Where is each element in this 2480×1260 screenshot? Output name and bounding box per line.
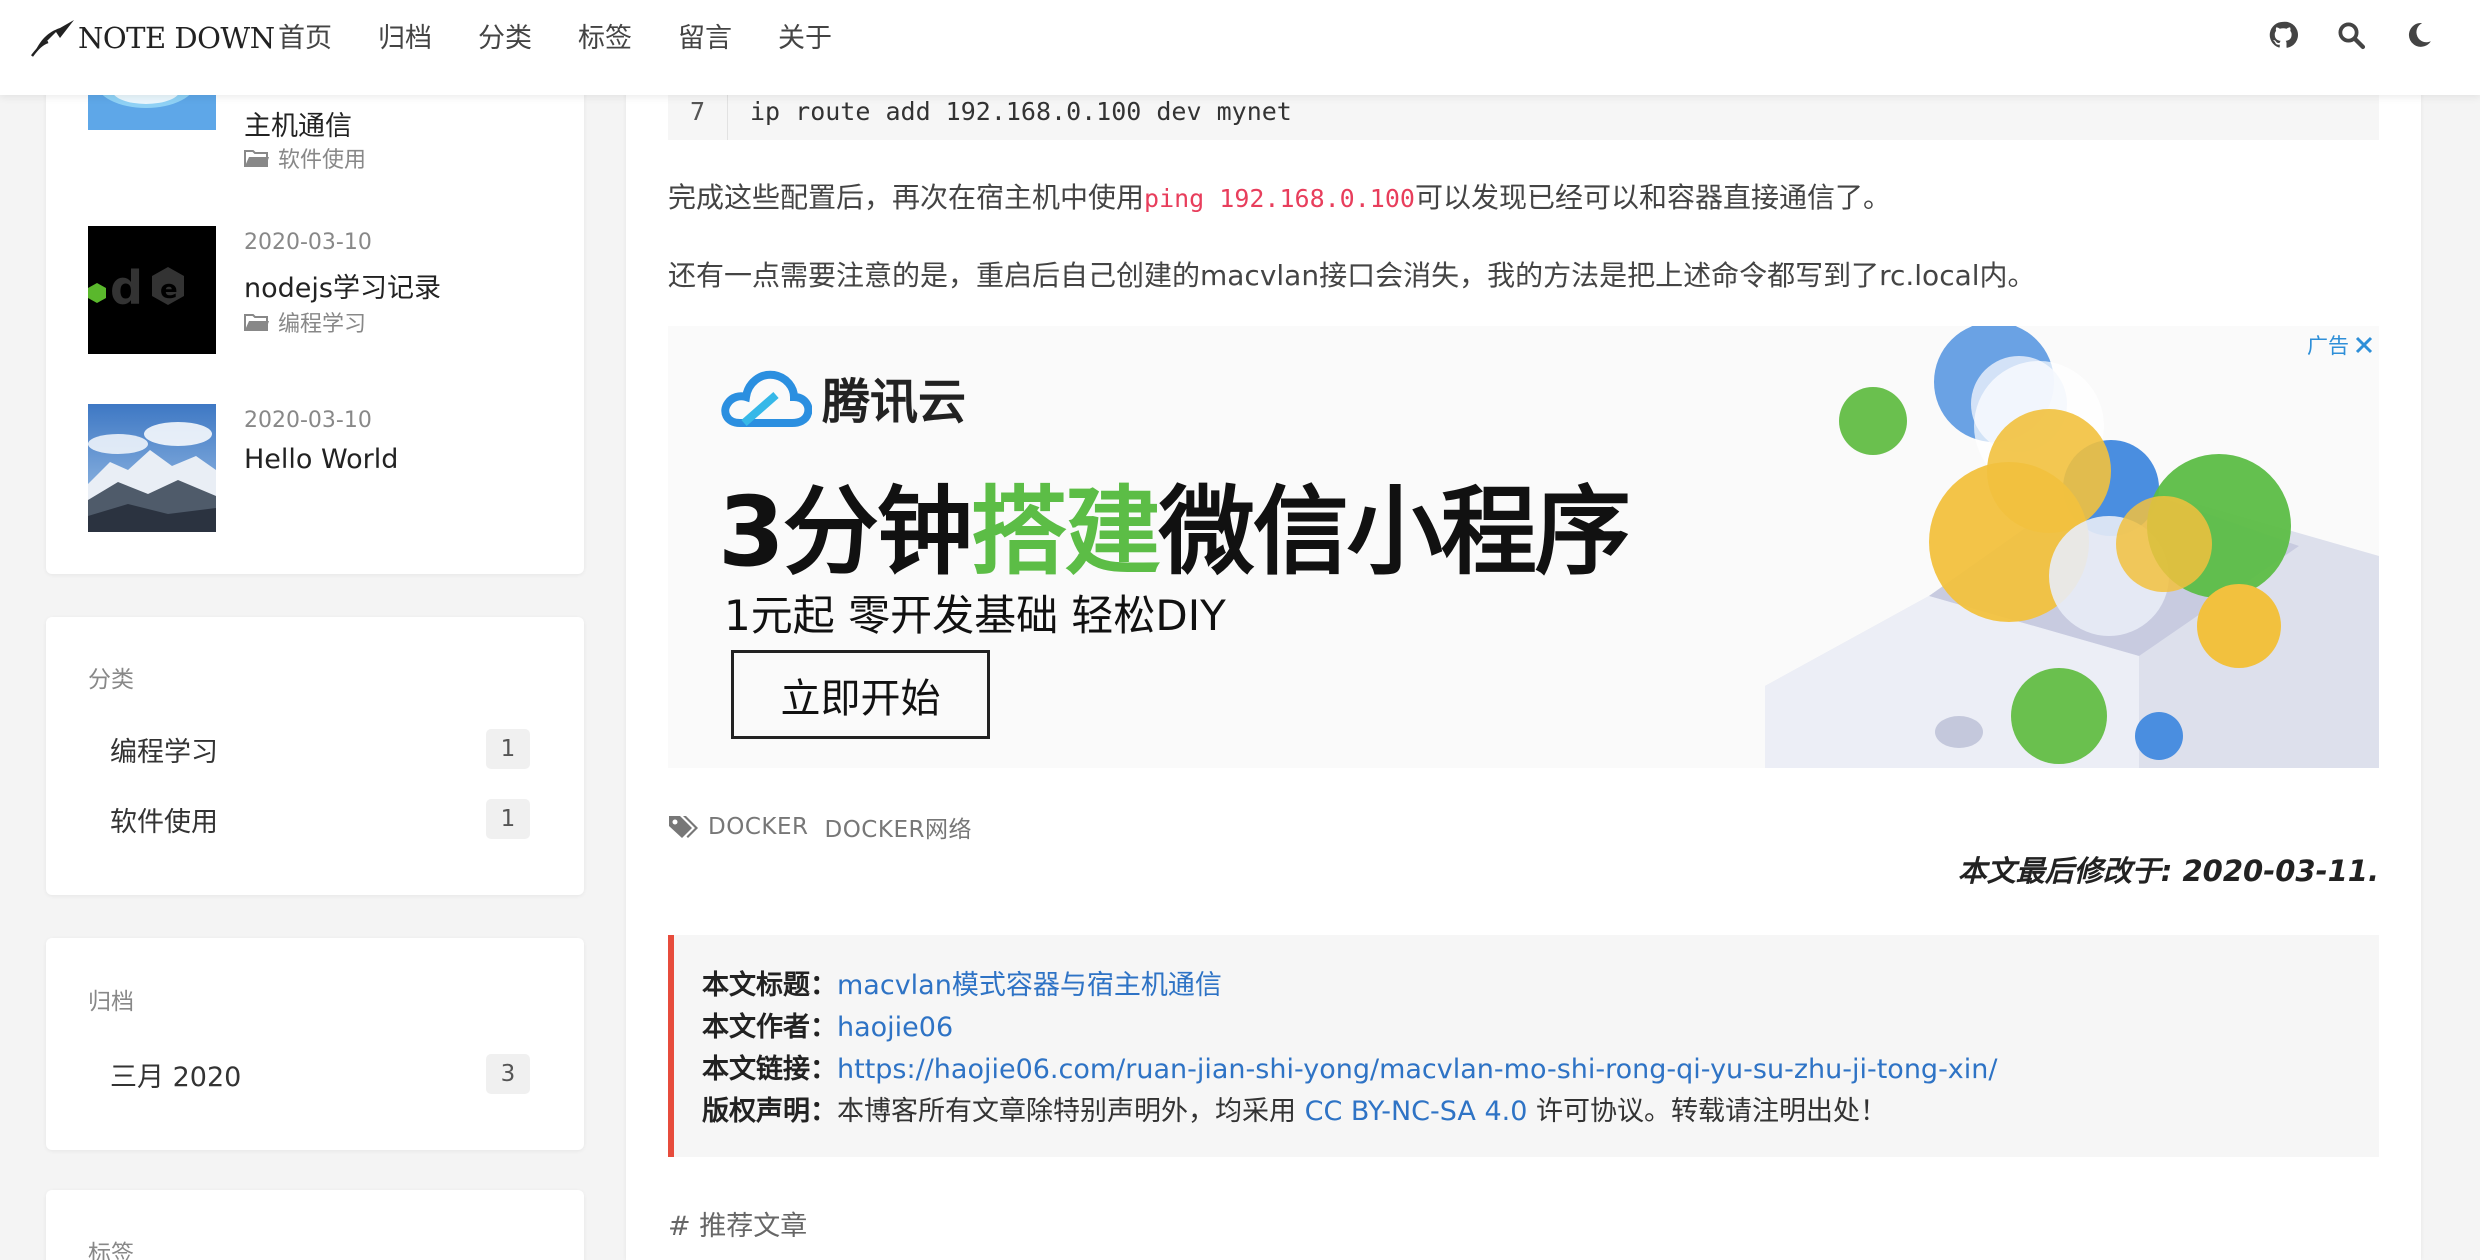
header-actions [2232, 18, 2436, 52]
archives-card: 归档 三月 2020 3 [46, 938, 584, 1150]
post-title[interactable]: Hello World [244, 444, 398, 475]
copyright-title-row: 本文标题：macvlan模式容器与宿主机通信 [702, 965, 2379, 1007]
folder-icon [244, 314, 269, 331]
paragraph: 还有一点需要注意的是，重启后自己创建的macvlan接口会消失，我的方法是把上述… [668, 259, 2036, 292]
recommend-heading: # 推荐文章 [668, 1211, 808, 1242]
copyright-label: 本文链接： [702, 1054, 837, 1085]
ad-headline: 3分钟搭建微信小程序 [718, 454, 1631, 593]
close-icon [2355, 336, 2373, 354]
archive-count: 3 [486, 1054, 530, 1094]
tag-link[interactable]: DOCKER [708, 814, 808, 840]
top-navbar: NOTE DOWN 首页 归档 分类 标签 留言 关于 [0, 0, 2480, 95]
ad-brand-name: 腾讯云 [822, 374, 967, 430]
category-label: 编程学习 [110, 736, 218, 768]
logo-plane-icon [31, 20, 74, 57]
category-label: 软件使用 [110, 806, 218, 838]
recent-posts-card: 主机通信 软件使用 d e 2020-03-10 nodejs学习记录 编程学习 [46, 0, 584, 574]
ad-label: 广告 [2307, 334, 2349, 358]
category-count: 1 [486, 799, 530, 839]
archives-title: 归档 [88, 989, 134, 1015]
license-link[interactable]: CC BY-NC-SA 4.0 [1305, 1096, 1528, 1127]
categories-title: 分类 [88, 667, 134, 693]
svg-text:e: e [160, 275, 178, 305]
post-date: 2020-03-10 [244, 408, 372, 433]
tencent-cloud-logo [721, 370, 812, 427]
tags-card: 标签 [46, 1190, 584, 1260]
ad-banner[interactable]: 广告 腾讯云 3分钟搭建微信小程序 1元起 零开发基础 轻松DIY 立即开始 [668, 326, 2379, 768]
copyright-label: 本文标题： [702, 970, 837, 1001]
license-text: 许可协议。转载请注明出处！ [1527, 1096, 1887, 1127]
search-icon[interactable] [2334, 18, 2368, 52]
inline-code: ping 192.168.0.100 [1144, 184, 1415, 213]
article-content: 7 ip route add 192.168.0.100 dev mynet 完… [626, 0, 2421, 1260]
author-link[interactable]: haojie06 [837, 1012, 953, 1043]
tags-icon [669, 816, 698, 838]
post-title[interactable]: 主机通信 [244, 104, 352, 143]
nav-about[interactable]: 关于 [778, 22, 832, 56]
post-tags: DOCKER DOCKER网络 [668, 810, 988, 844]
post-title[interactable]: nodejs学习记录 [244, 266, 441, 305]
category-item[interactable]: 编程学习 1 [110, 727, 530, 771]
copyright-box: 本文标题：macvlan模式容器与宿主机通信 本文作者：haojie06 本文链… [668, 935, 2379, 1157]
article-url-link[interactable]: https://haojie06.com/ruan-jian-shi-yong/… [837, 1054, 1998, 1085]
nav-archives[interactable]: 归档 [378, 22, 432, 56]
category-count: 1 [486, 729, 530, 769]
copyright-label: 本文作者： [702, 1012, 837, 1043]
article-title-link[interactable]: macvlan模式容器与宿主机通信 [837, 970, 1222, 1001]
ad-illustration [1765, 326, 2379, 768]
last-modified: 本文最后修改于: 2020-03-11. [1957, 854, 2379, 888]
ad-close[interactable]: 广告 [2307, 330, 2375, 360]
ad-cta-button[interactable]: 立即开始 [731, 650, 990, 739]
svg-text:d: d [110, 261, 143, 315]
ad-headline-highlight: 搭建 [970, 476, 1161, 588]
moon-icon[interactable] [2402, 18, 2436, 52]
archive-item[interactable]: 三月 2020 3 [110, 1052, 530, 1096]
recent-post-3[interactable]: 2020-03-10 Hello World [88, 404, 568, 532]
post-thumbnail: d e [88, 226, 216, 354]
nav-categories[interactable]: 分类 [478, 22, 532, 56]
post-category-label: 编程学习 [278, 312, 367, 337]
logo-text: NOTE DOWN [78, 21, 275, 55]
ad-headline-text: 微信小程序 [1158, 476, 1631, 588]
recent-post-2[interactable]: d e 2020-03-10 nodejs学习记录 编程学习 [88, 226, 568, 354]
nav-guestbook[interactable]: 留言 [678, 22, 732, 56]
nav-home[interactable]: 首页 [278, 22, 332, 56]
paragraph-text: 可以发现已经可以和容器直接通信了。 [1414, 181, 1891, 214]
tag-link[interactable]: DOCKER网络 [824, 810, 971, 844]
main-nav: 首页 归档 分类 标签 留言 关于 [278, 22, 878, 56]
post-thumbnail [88, 404, 216, 532]
ad-brand: 腾讯云 [720, 362, 966, 432]
code-line: ip route add 192.168.0.100 dev mynet [750, 96, 1292, 126]
ad-headline-text: 3分钟 [718, 476, 973, 588]
copyright-license-row: 版权声明：本博客所有文章除特别声明外，均采用 CC BY-NC-SA 4.0 许… [702, 1091, 2379, 1133]
copyright-link-row: 本文链接：https://haojie06.com/ruan-jian-shi-… [702, 1049, 2379, 1091]
license-text: 本博客所有文章除特别声明外，均采用 [837, 1096, 1305, 1127]
category-item[interactable]: 软件使用 1 [110, 797, 530, 841]
post-date: 2020-03-10 [244, 230, 372, 255]
paragraph: 完成这些配置后，再次在宿主机中使用ping 192.168.0.100可以发现已… [668, 176, 1891, 216]
nav-tags[interactable]: 标签 [578, 22, 632, 56]
copyright-author-row: 本文作者：haojie06 [702, 1007, 2379, 1049]
post-category[interactable]: 编程学习 [244, 306, 366, 338]
paragraph-text: 完成这些配置后，再次在宿主机中使用 [668, 181, 1145, 214]
site-logo[interactable]: NOTE DOWN [30, 18, 275, 58]
archive-label: 三月 2020 [110, 1061, 242, 1093]
post-category[interactable]: 软件使用 [244, 142, 366, 174]
copyright-label: 版权声明： [702, 1096, 837, 1127]
post-category-label: 软件使用 [278, 148, 367, 173]
ad-subtitle: 1元起 零开发基础 轻松DIY [724, 591, 1226, 640]
github-icon[interactable] [2266, 18, 2300, 52]
categories-card: 分类 编程学习 1 软件使用 1 [46, 617, 584, 895]
folder-icon [244, 150, 269, 167]
tags-title: 标签 [88, 1241, 134, 1260]
